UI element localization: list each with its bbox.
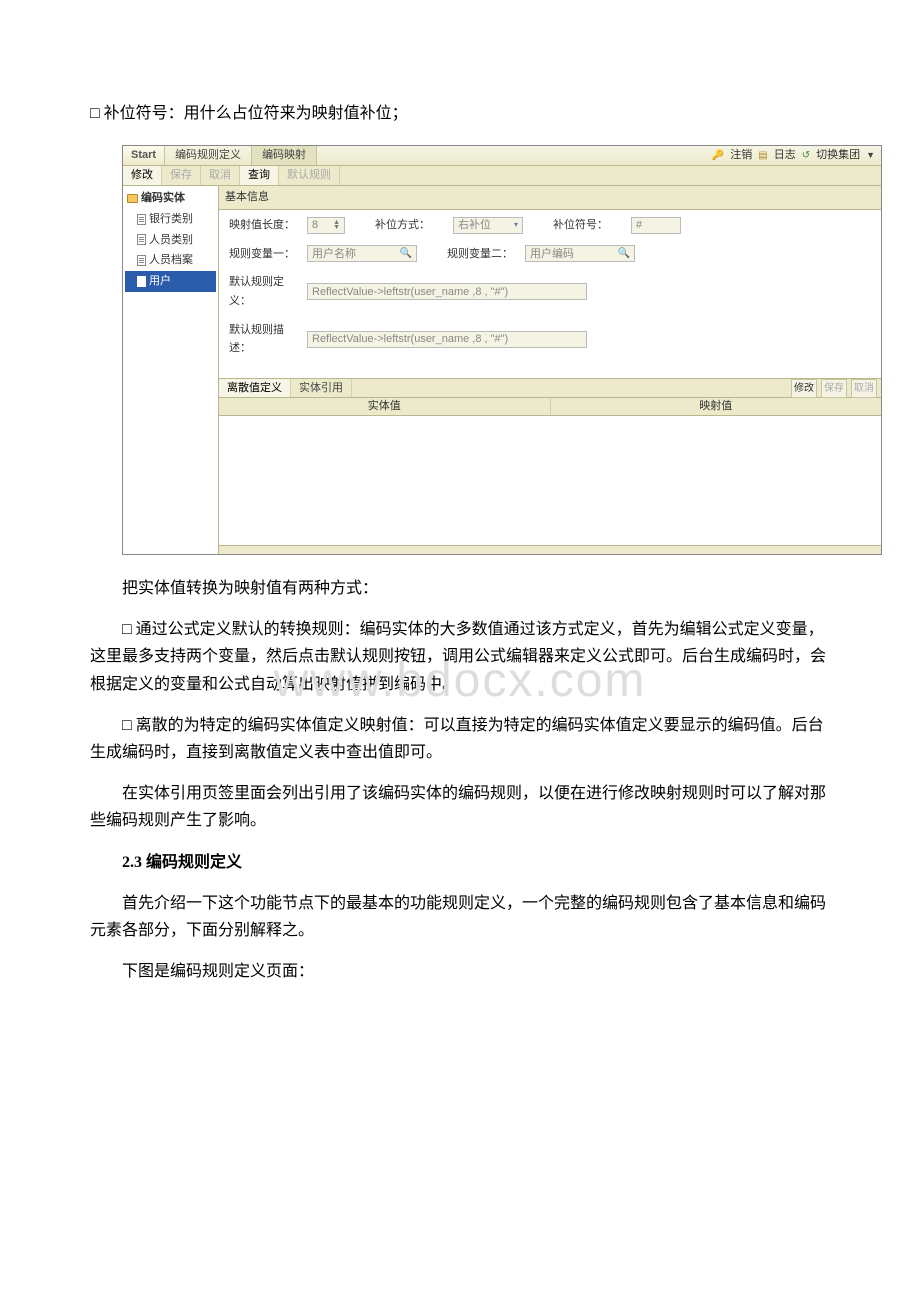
- chevron-down-icon: ▾: [514, 218, 518, 232]
- mini-cancel-button: 取消: [851, 379, 877, 398]
- doc-icon: [137, 255, 146, 266]
- tree-item-label: 用户: [149, 272, 171, 291]
- input-default-rule-value: ReflectValue->leftstr(user_name ,8 , "#"…: [312, 283, 508, 302]
- doc-para-intro: 首先介绍一下这个功能节点下的最基本的功能规则定义，一个完整的编码规则包含了基本信…: [90, 890, 830, 944]
- label-fill-mode: 补位方式：: [375, 216, 447, 235]
- mini-save-button: 保存: [821, 379, 847, 398]
- tree-item-label: 人员档案: [149, 251, 193, 270]
- default-rule-button: 默认规则: [279, 166, 340, 185]
- select-fill-mode-value: 右补位: [458, 216, 491, 235]
- main-panel: 基本信息 映射值长度： 8 ▲▼ 补位方式： 右补位 ▾ 补位符号： #: [219, 186, 881, 554]
- titlebar: Start 编码规则定义 编码映射 🔑 注销 ▤ 日志 ↺ 切换集团 ▼: [123, 146, 881, 166]
- tree-root-label: 编码实体: [141, 189, 185, 208]
- doc-icon: [137, 276, 146, 287]
- tree-item-bank-category[interactable]: 银行类别: [125, 209, 216, 230]
- modify-button[interactable]: 修改: [123, 166, 162, 185]
- input-map-length-value: 8: [312, 216, 318, 235]
- col-entity-value: 实体值: [219, 398, 551, 415]
- topbar-actions: 🔑 注销 ▤ 日志 ↺ 切换集团 ▼: [706, 146, 881, 165]
- search-icon[interactable]: 🔍: [400, 245, 412, 262]
- doc-para-convert-modes: 把实体值转换为映射值有两种方式：: [90, 575, 830, 602]
- lookup-var1[interactable]: 用户名称 🔍: [307, 245, 417, 262]
- input-map-length[interactable]: 8 ▲▼: [307, 217, 345, 234]
- log-icon: ▤: [758, 147, 767, 164]
- input-default-desc[interactable]: ReflectValue->leftstr(user_name ,8 , "#"…: [307, 331, 587, 348]
- mini-modify-button[interactable]: 修改: [791, 379, 817, 398]
- spinner-icon[interactable]: ▲▼: [333, 220, 340, 230]
- cancel-button: 取消: [201, 166, 240, 185]
- doc-icon: [137, 234, 146, 245]
- doc-para-figure-caption: 下图是编码规则定义页面：: [90, 958, 830, 985]
- tree-item-person-archive[interactable]: 人员档案: [125, 250, 216, 271]
- logout-link[interactable]: 注销: [730, 146, 752, 165]
- tree-item-user[interactable]: 用户: [125, 271, 216, 292]
- grid-header: 实体值 映射值: [219, 398, 881, 416]
- label-fill-char: 补位符号：: [553, 216, 625, 235]
- switch-group-link[interactable]: 切换集团: [816, 146, 860, 165]
- label-var1: 规则变量一：: [229, 245, 301, 264]
- lookup-var2[interactable]: 用户编码 🔍: [525, 245, 635, 262]
- dropdown-caret-icon[interactable]: ▼: [866, 148, 875, 163]
- doc-para-formula: □ 通过公式定义默认的转换规则：编码实体的大多数值通过该方式定义，首先为编辑公式…: [90, 616, 830, 698]
- label-var2: 规则变量二：: [447, 245, 519, 264]
- input-fill-char[interactable]: #: [631, 217, 681, 234]
- section-basic-info: 基本信息: [219, 186, 881, 210]
- query-button[interactable]: 查询: [240, 166, 279, 185]
- label-map-length: 映射值长度：: [229, 216, 301, 235]
- input-fill-char-value: #: [636, 216, 642, 235]
- doc-para-discrete: □ 离散的为特定的编码实体值定义映射值：可以直接为特定的编码实体值定义要显示的编…: [90, 712, 830, 766]
- status-bar: [219, 546, 881, 554]
- doc-text-fillchar: □ 补位符号：用什么占位符来为映射值补位；: [90, 100, 830, 127]
- input-default-desc-value: ReflectValue->leftstr(user_name ,8 , "#"…: [312, 330, 508, 349]
- switch-icon: ↺: [802, 147, 810, 164]
- search-icon[interactable]: 🔍: [618, 245, 630, 262]
- app-screenshot: Start 编码规则定义 编码映射 🔑 注销 ▤ 日志 ↺ 切换集团 ▼ 修改 …: [122, 145, 882, 555]
- lookup-var2-value: 用户编码: [530, 245, 574, 264]
- save-button: 保存: [162, 166, 201, 185]
- doc-icon: [137, 214, 146, 225]
- label-default-desc: 默认规则描述：: [229, 321, 301, 358]
- folder-icon: [127, 194, 138, 203]
- subtab-discrete[interactable]: 离散值定义: [219, 379, 291, 397]
- key-icon: 🔑: [712, 147, 724, 164]
- doc-para-entity-ref: 在实体引用页签里面会列出引用了该编码实体的编码规则，以便在进行修改映射规则时可以…: [90, 780, 830, 834]
- start-button[interactable]: Start: [123, 146, 165, 165]
- log-link[interactable]: 日志: [774, 146, 796, 165]
- tree-item-label: 银行类别: [149, 210, 193, 229]
- subtab-entity-ref[interactable]: 实体引用: [291, 379, 352, 397]
- label-default-rule: 默认规则定义：: [229, 273, 301, 310]
- tab-rule-definition[interactable]: 编码规则定义: [165, 146, 252, 165]
- tree-item-person-category[interactable]: 人员类别: [125, 230, 216, 251]
- select-fill-mode[interactable]: 右补位 ▾: [453, 217, 523, 234]
- tree-item-label: 人员类别: [149, 231, 193, 250]
- col-mapped-value: 映射值: [551, 398, 882, 415]
- tree-root[interactable]: 编码实体: [125, 188, 216, 209]
- grid-body[interactable]: [219, 416, 881, 546]
- lookup-var1-value: 用户名称: [312, 245, 356, 264]
- basic-info-form: 映射值长度： 8 ▲▼ 补位方式： 右补位 ▾ 补位符号： #: [219, 210, 881, 378]
- entity-tree: 编码实体 银行类别 人员类别 人员档案 用户: [123, 186, 219, 554]
- input-default-rule[interactable]: ReflectValue->leftstr(user_name ,8 , "#"…: [307, 283, 587, 300]
- subtab-bar: 离散值定义 实体引用 修改 保存 取消: [219, 378, 881, 398]
- tab-code-mapping[interactable]: 编码映射: [252, 146, 317, 165]
- heading-2-3: 2.3 编码规则定义: [90, 849, 830, 876]
- toolbar: 修改 保存 取消 查询 默认规则: [123, 166, 881, 186]
